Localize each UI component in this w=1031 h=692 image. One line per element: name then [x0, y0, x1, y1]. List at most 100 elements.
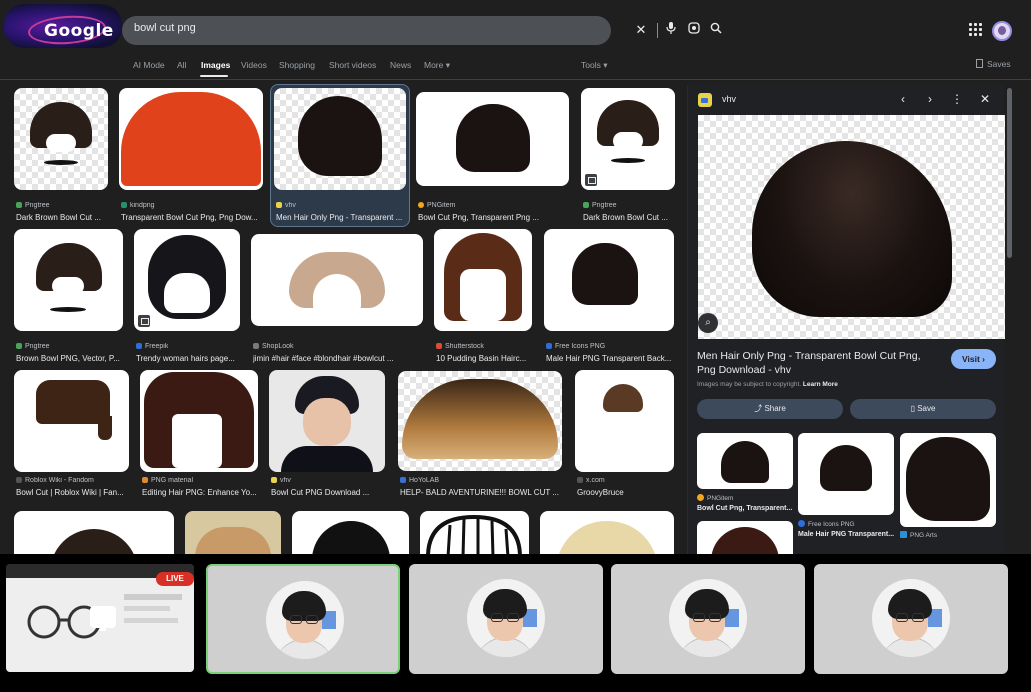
tab-ai-mode[interactable]: AI Mode [133, 60, 165, 70]
hair-gap [613, 132, 643, 150]
result-source: Pngtree [583, 202, 617, 209]
hair-image [556, 521, 658, 554]
search-input[interactable] [134, 22, 494, 34]
visit-button[interactable]: Visit › [951, 349, 996, 369]
result-title[interactable]: Transparent Bowl Cut Png, Png Dow... [121, 213, 265, 222]
result-thumbnail[interactable] [185, 511, 281, 554]
share-button[interactable]: ⤴ Share [697, 399, 843, 419]
tab-short-videos[interactable]: Short videos [329, 60, 376, 70]
hair-shadow [611, 158, 645, 163]
result-thumbnail[interactable] [434, 229, 532, 331]
related-title[interactable]: Bowl Cut Png, Transparent... [697, 505, 792, 512]
result-thumbnail[interactable] [134, 229, 240, 331]
participant-tile[interactable] [206, 564, 400, 674]
share-icon: ⤴ [754, 404, 765, 413]
related-image[interactable] [798, 433, 894, 515]
result-thumbnail[interactable] [416, 92, 569, 186]
result-title[interactable]: Bowl Cut Png, Transparent Png ... [418, 213, 571, 222]
related-image[interactable] [697, 433, 793, 489]
participant-tile[interactable] [814, 564, 1008, 674]
result-title[interactable]: HELP- BALD AVENTURINE!!! BOWL CUT ... [400, 488, 564, 497]
result-title[interactable]: Trendy woman hairs page... [136, 354, 242, 363]
result-title[interactable]: jimin #hair #face #blondhair #bowlcut ..… [253, 354, 425, 363]
result-thumbnail[interactable] [540, 511, 674, 554]
preview-source[interactable]: vhv [722, 94, 736, 104]
presentation-icon [90, 606, 116, 631]
participant-avatar [266, 581, 344, 659]
next-icon[interactable]: › [921, 90, 939, 108]
participant-tile[interactable] [409, 564, 603, 674]
result-thumbnail[interactable] [14, 511, 174, 554]
preview-image[interactable] [698, 115, 1005, 339]
image-preview-panel: vhv ‹ › ⋮ ✕ ⌕ Men Hair Only Png - Transp… [687, 85, 1005, 561]
result-thumbnail[interactable] [575, 370, 674, 472]
result-source: PNG material [142, 477, 193, 484]
hair-image [121, 92, 261, 186]
text-line [124, 594, 182, 600]
clear-icon[interactable]: ✕ [632, 21, 650, 39]
result-thumbnail[interactable] [251, 234, 423, 326]
tools-button[interactable]: Tools ▾ [581, 60, 607, 71]
face-image [195, 527, 271, 554]
result-title[interactable]: GroovyBruce [577, 488, 676, 497]
tab-images[interactable]: Images [201, 60, 230, 70]
result-title[interactable]: Brown Bowl PNG, Vector, P... [16, 354, 125, 363]
related-title[interactable]: Male Hair PNG Transparent... [798, 531, 894, 538]
lens-icon[interactable] [685, 21, 703, 39]
hair-image [456, 104, 530, 172]
result-source: ShopLook [253, 343, 294, 350]
saves-link[interactable]: Saves [976, 59, 1011, 69]
result-thumbnail[interactable] [14, 370, 129, 472]
result-title[interactable]: 10 Pudding Basin Hairc... [436, 354, 534, 363]
result-thumbnail[interactable] [292, 511, 409, 554]
google-doodle-logo[interactable]: Google [4, 4, 122, 48]
close-icon[interactable]: ✕ [976, 90, 994, 108]
saves-label: Saves [987, 59, 1011, 69]
bookmark-icon [976, 59, 983, 68]
result-source: vhv [271, 477, 291, 484]
result-title[interactable]: Dark Brown Bowl Cut ... [16, 213, 110, 222]
lens-search-icon[interactable]: ⌕ [698, 313, 718, 333]
google-apps-icon[interactable] [969, 23, 983, 37]
result-title[interactable]: Editing Hair PNG: Enhance Yo... [142, 488, 260, 497]
search-box[interactable]: ✕ [122, 16, 722, 45]
learn-more-link[interactable]: Learn More [803, 381, 838, 388]
participant-avatar [872, 579, 950, 657]
result-thumbnail[interactable] [544, 229, 674, 331]
result-thumbnail[interactable] [14, 88, 108, 190]
related-image[interactable] [900, 433, 996, 527]
video-call-strip: LIVE [0, 554, 1031, 692]
result-thumbnail[interactable] [119, 88, 263, 190]
result-thumbnail[interactable] [398, 371, 562, 471]
search-icon[interactable] [707, 21, 725, 39]
related-source: PNG Arts [900, 531, 937, 539]
participant-tile[interactable] [611, 564, 805, 674]
screen-share-tile[interactable]: LIVE [6, 564, 194, 672]
copyright-notice: Images may be subject to copyright. Lear… [697, 381, 838, 388]
tab-news[interactable]: News [390, 60, 411, 70]
result-source: Free Icons PNG [546, 343, 605, 350]
result-title[interactable]: Male Hair PNG Transparent Back... [546, 354, 676, 363]
result-thumbnail[interactable] [14, 229, 123, 331]
tab-videos[interactable]: Videos [241, 60, 267, 70]
preview-title[interactable]: Men Hair Only Png - Transparent Bowl Cut… [697, 349, 937, 377]
result-thumbnail[interactable] [140, 370, 258, 472]
result-thumbnail[interactable] [269, 370, 385, 472]
result-title[interactable]: Men Hair Only Png - Transparent ... [276, 213, 408, 222]
microphone-icon[interactable] [662, 21, 680, 39]
save-button[interactable]: ▯ Save [850, 399, 996, 419]
tab-more[interactable]: More ▾ [424, 60, 450, 71]
result-title[interactable]: Bowl Cut PNG Download ... [271, 488, 387, 497]
account-avatar[interactable] [992, 21, 1012, 41]
panel-scrollbar[interactable] [1007, 88, 1012, 258]
result-thumbnail[interactable] [581, 88, 675, 190]
text-line [124, 606, 170, 611]
tab-shopping[interactable]: Shopping [279, 60, 315, 70]
result-title[interactable]: Bowl Cut | Roblox Wiki | Fan... [16, 488, 131, 497]
previous-icon[interactable]: ‹ [894, 90, 912, 108]
result-thumbnail[interactable] [274, 88, 406, 190]
result-thumbnail[interactable] [420, 511, 529, 554]
more-options-icon[interactable]: ⋮ [948, 90, 966, 108]
result-title[interactable]: Dark Brown Bowl Cut ... [583, 213, 677, 222]
tab-all[interactable]: All [177, 60, 186, 70]
